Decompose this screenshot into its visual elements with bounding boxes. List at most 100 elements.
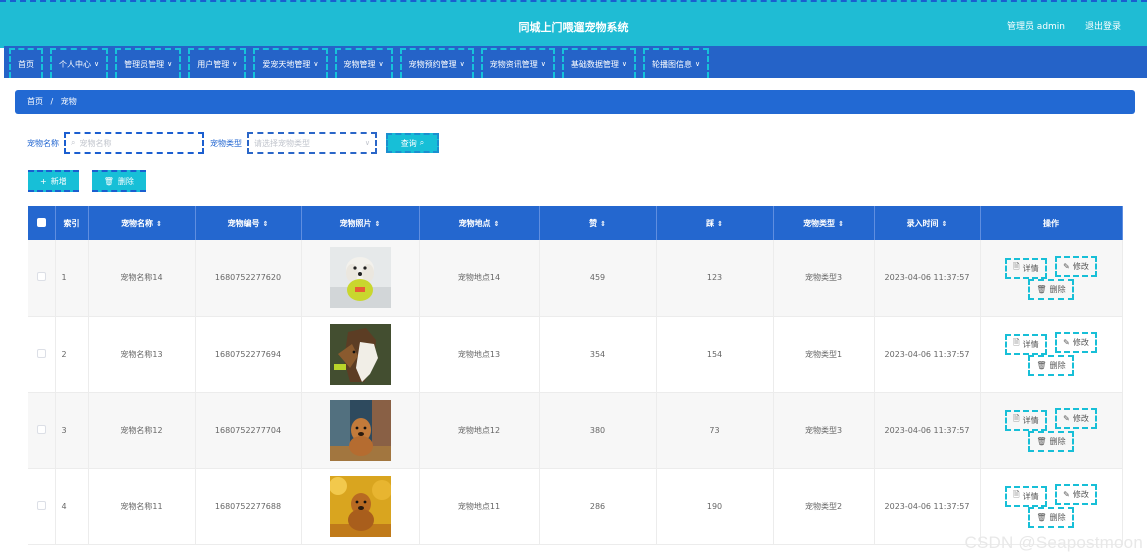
row-actions-cell: 🗎︎ 详情 ✎ 修改 🗑︎ 删除	[980, 240, 1123, 317]
bulk-delete-button[interactable]: 🗑︎ 删除	[91, 170, 146, 192]
row-index: 3	[55, 392, 89, 469]
chevron-down-icon: ∨	[232, 60, 238, 68]
sort-icon[interactable]: ⇕	[717, 220, 723, 228]
pet-type-cell: 宠物类型1	[773, 316, 875, 393]
chevron-down-icon: ∨	[378, 60, 384, 68]
sort-icon[interactable]: ⇕	[494, 220, 500, 228]
nav-item-admin-management[interactable]: 管理员管理 ∨	[115, 48, 182, 78]
row-select-cell[interactable]	[28, 392, 56, 469]
white-dog-photo[interactable]	[329, 247, 391, 309]
pet-name-cell: 宠物名称12	[88, 392, 196, 469]
pet-name-input[interactable]: ⌕ 宠物名称	[64, 132, 204, 154]
breadcrumb: 首页 / 宠物	[15, 90, 1135, 114]
trash-icon: 🗑︎	[1036, 360, 1047, 370]
pet-location-cell: 宠物地点13	[419, 316, 540, 393]
edit-button[interactable]: ✎ 修改	[1055, 256, 1097, 277]
pet-type-label: 宠物类型	[210, 138, 242, 148]
sort-icon[interactable]: ⇕	[375, 220, 381, 228]
pet-dislikes-cell: 73	[656, 392, 774, 469]
sort-icon[interactable]: ⇕	[156, 220, 162, 228]
sort-icon[interactable]: ⇕	[600, 220, 606, 228]
sort-icon[interactable]: ⇕	[942, 220, 948, 228]
table-row: 2 宠物名称13 1680752277694 宠物地点13 354 154 宠物…	[28, 316, 1123, 393]
trash-icon: 🗑︎	[1036, 436, 1047, 446]
pet-time-cell: 2023-04-06 11:37:57	[874, 240, 981, 317]
pet-likes-cell: 286	[539, 468, 657, 545]
pet-type-cell: 宠物类型3	[773, 240, 875, 317]
nav-item-pet-news[interactable]: 宠物资讯管理 ∨	[480, 48, 555, 78]
delete-button[interactable]: 🗑︎ 删除	[1028, 506, 1074, 528]
nav-item-pet-management[interactable]: 宠物管理 ∨	[334, 48, 393, 78]
header-photo[interactable]: 宠物照片 ⇕	[301, 206, 420, 240]
detail-button[interactable]: 🗎︎ 详情	[1005, 333, 1047, 355]
nav-item-carousel[interactable]: 轮播图信息 ∨	[643, 48, 710, 78]
pencil-icon: ✎	[1063, 338, 1070, 348]
chevron-down-icon: ∨	[459, 60, 465, 68]
collie-dog-photo[interactable]	[329, 323, 391, 385]
pencil-icon: ✎	[1063, 262, 1070, 271]
toolbar: + 新增 🗑︎ 删除	[28, 170, 146, 192]
delete-button[interactable]: 🗑︎ 删除	[1028, 354, 1074, 376]
detail-button[interactable]: 🗎︎ 详情	[1005, 409, 1047, 431]
row-index: 2	[55, 316, 89, 393]
detail-button[interactable]: 🗎︎ 详情	[1005, 485, 1047, 507]
current-user: 管理员 admin	[1006, 22, 1065, 32]
nav-item-pet-booking[interactable]: 宠物预约管理 ∨	[399, 48, 474, 78]
breadcrumb-current: 宠物	[60, 97, 77, 106]
nav-item-home[interactable]: 首页	[9, 48, 43, 78]
edit-button[interactable]: ✎ 修改	[1055, 484, 1097, 506]
chevron-down-icon: ∨	[167, 60, 173, 68]
golden-dog-photo[interactable]	[329, 475, 391, 537]
header-code[interactable]: 宠物编号 ⇕	[195, 206, 302, 240]
add-button[interactable]: + 新增	[28, 170, 79, 192]
pet-name-cell: 宠物名称11	[88, 468, 196, 545]
row-checkbox[interactable]	[36, 500, 46, 510]
nav-item-pet-world[interactable]: 爱宠天地管理 ∨	[253, 48, 328, 78]
pet-code-cell: 1680752277704	[195, 392, 302, 469]
pet-dislikes-cell: 123	[656, 240, 774, 317]
row-checkbox[interactable]	[36, 424, 46, 434]
edit-button[interactable]: ✎ 修改	[1055, 332, 1097, 354]
row-select-cell[interactable]	[28, 316, 56, 393]
table-row: 3 宠物名称12 1680752277704 宠物地点12 380 73 宠物类…	[28, 392, 1123, 469]
pet-type-select[interactable]: 请选择宠物类型 ∨	[247, 132, 377, 154]
pet-table: 索引 宠物名称 ⇕ 宠物编号 ⇕ 宠物照片 ⇕ 宠物地点 ⇕ 赞 ⇕ 踩 ⇕ 宠物类型 ⇕ 录…	[28, 206, 1123, 545]
document-icon: 🗎︎	[1013, 414, 1020, 424]
row-index: 1	[55, 240, 89, 317]
pet-name-placeholder: 宠物名称	[79, 138, 112, 148]
delete-button[interactable]: 🗑︎ 删除	[1028, 430, 1074, 452]
breadcrumb-home[interactable]: 首页	[27, 97, 43, 106]
breadcrumb-separator: /	[50, 97, 54, 106]
query-button[interactable]: 查询 ⌕	[386, 133, 439, 153]
header-time[interactable]: 录入时间 ⇕	[874, 206, 981, 240]
chevron-down-icon: ∨	[540, 60, 546, 68]
pet-photo-cell	[301, 316, 420, 393]
row-checkbox[interactable]	[36, 348, 46, 358]
select-all-header[interactable]	[28, 206, 56, 240]
detail-button[interactable]: 🗎︎ 详情	[1005, 257, 1047, 279]
sort-icon[interactable]: ⇕	[263, 220, 269, 228]
row-checkbox[interactable]	[36, 272, 46, 282]
header-likes[interactable]: 赞 ⇕	[539, 206, 657, 240]
sort-icon[interactable]: ⇕	[838, 220, 844, 228]
header-dislikes[interactable]: 踩 ⇕	[656, 206, 774, 240]
nav-item-base-data[interactable]: 基础数据管理 ∨	[561, 48, 636, 78]
edit-button[interactable]: ✎ 修改	[1055, 408, 1097, 430]
header-type[interactable]: 宠物类型 ⇕	[773, 206, 875, 240]
search-icon: ⌕	[419, 138, 425, 147]
nav-item-personal-center[interactable]: 个人中心 ∨	[50, 48, 109, 78]
document-icon: 🗎︎	[1013, 262, 1020, 271]
header-name[interactable]: 宠物名称 ⇕	[88, 206, 196, 240]
search-icon: ⌕	[71, 138, 76, 147]
logout-link[interactable]: 退出登录	[1085, 19, 1121, 32]
row-select-cell[interactable]	[28, 468, 56, 545]
nav-item-user-management[interactable]: 用户管理 ∨	[188, 48, 247, 78]
chevron-down-icon: ∨	[621, 60, 627, 68]
brown-dog-photo[interactable]	[329, 399, 391, 461]
select-all-checkbox[interactable]	[36, 217, 46, 227]
header-location[interactable]: 宠物地点 ⇕	[419, 206, 540, 240]
pet-name-label: 宠物名称	[27, 138, 59, 148]
delete-button[interactable]: 🗑︎ 删除	[1028, 278, 1074, 300]
row-select-cell[interactable]	[28, 240, 56, 317]
chevron-down-icon: ∨	[313, 60, 319, 68]
